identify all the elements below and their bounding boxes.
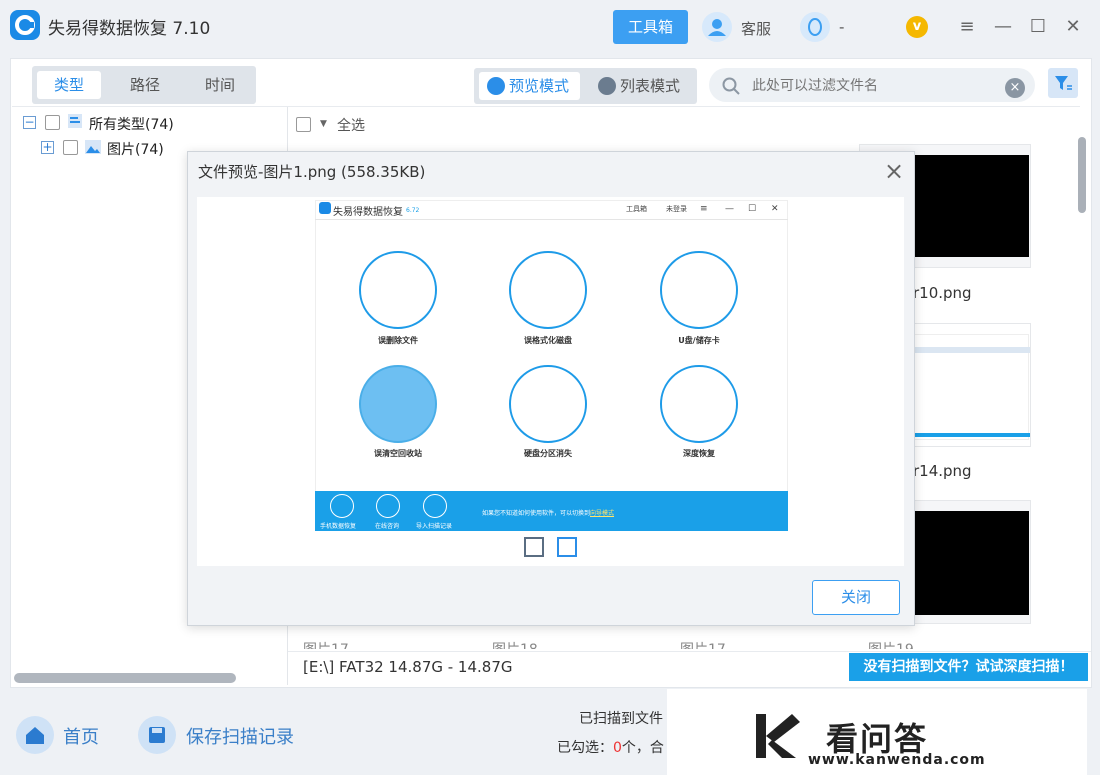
expand-icon[interactable]: +: [41, 141, 54, 154]
watermark-url: www.kanwenda.com: [808, 752, 986, 768]
file-types-icon: [68, 114, 82, 128]
tab-time[interactable]: 时间: [188, 71, 252, 99]
thumbnail-filename: r14.png: [913, 462, 972, 480]
tab-path[interactable]: 路径: [113, 71, 177, 99]
app-title: 失易得数据恢复 7.10: [48, 19, 211, 39]
fit-screen-icon[interactable]: [524, 537, 544, 557]
checked-count: 0: [613, 740, 622, 756]
minimize-icon[interactable]: —: [992, 16, 1014, 38]
qq-account-label[interactable]: -: [839, 18, 844, 36]
toolbox-button[interactable]: 工具箱: [613, 10, 688, 44]
close-button[interactable]: 关闭: [812, 580, 900, 615]
filter-icon: [1055, 76, 1072, 90]
checkbox-images[interactable]: [63, 140, 78, 155]
save-icon[interactable]: [138, 716, 176, 754]
preview-import-icon: [423, 494, 447, 518]
list-mode-button[interactable]: 列表模式: [590, 72, 692, 100]
preview-deleted-files-icon: [359, 251, 437, 329]
thumbnail-image: [913, 155, 1029, 257]
customer-service-label[interactable]: 客服: [741, 18, 771, 39]
preview-login-label: 未登录: [666, 205, 687, 213]
filter-button[interactable]: [1048, 68, 1078, 98]
checked-prefix: 已勾选：: [557, 740, 613, 756]
scanned-files-label: 已扫描到文件: [579, 711, 663, 727]
app-logo-icon: [10, 10, 40, 40]
collapse-icon[interactable]: −: [23, 116, 36, 129]
preview-app-logo-icon: [319, 202, 331, 214]
preview-deep-recovery-icon: [660, 365, 738, 443]
grid-icon: [487, 77, 505, 95]
actual-size-icon[interactable]: [557, 537, 577, 557]
checkbox-all-types[interactable]: [45, 115, 60, 130]
preview-mode-button[interactable]: 预览模式: [479, 72, 580, 100]
preview-feature-label: 硬盘分区消失: [524, 449, 572, 458]
divider: [12, 106, 1080, 107]
preview-app-title: 失易得数据恢复: [333, 207, 403, 218]
list-icon: [598, 77, 616, 95]
preview-hint-text: 如果您不知道如何使用软件，可以切换到: [482, 510, 591, 517]
save-scan-record-button[interactable]: 保存扫描记录: [186, 723, 294, 749]
preview-app-version: 6.72: [406, 207, 420, 214]
checked-suffix: 个，合: [621, 740, 664, 756]
preview-feature-label: 误删除文件: [378, 336, 418, 345]
chevron-down-icon[interactable]: ▼: [320, 119, 327, 129]
preview-feature-label: 误格式化磁盘: [524, 336, 572, 345]
thumbnail-filename-peek: 图片18: [492, 639, 538, 649]
dialog-title: 文件预览-图片1.png (558.35KB): [198, 163, 426, 181]
preview-chat-icon: [376, 494, 400, 518]
thumbnail-image: [913, 511, 1029, 615]
preview-minimize-icon: —: [725, 204, 734, 214]
tree-item-all-types[interactable]: 所有类型(74): [89, 114, 174, 134]
select-all-checkbox[interactable]: [296, 117, 311, 132]
maximize-icon[interactable]: ☐: [1027, 16, 1049, 38]
preview-usb-card-icon: [660, 251, 738, 329]
vertical-scrollbar[interactable]: [1078, 137, 1086, 213]
watermark-logo-icon: [756, 714, 800, 758]
horizontal-scrollbar[interactable]: [14, 673, 236, 683]
dialog-close-icon[interactable]: ×: [882, 157, 906, 185]
select-all-label[interactable]: 全选: [337, 115, 365, 135]
thumbnail-filename-peek: 图片17: [303, 639, 349, 649]
search-icon: [722, 77, 740, 95]
home-icon[interactable]: [16, 716, 54, 754]
list-mode-label: 列表模式: [620, 77, 681, 95]
thumbnail-filename-peek: 图片17: [680, 639, 726, 649]
preview-close-icon: ✕: [771, 204, 779, 214]
thumbnail-filename-peek: 图片19: [868, 639, 914, 649]
preview-tools-label: 工具箱: [626, 205, 647, 213]
vip-badge-icon[interactable]: v: [906, 16, 928, 38]
preview-hint-link: 向导模式: [590, 510, 615, 517]
preview-feature-label: 深度恢复: [683, 449, 715, 458]
customer-service-icon[interactable]: [702, 12, 732, 42]
home-button[interactable]: 首页: [63, 723, 99, 749]
image-icon: [85, 140, 101, 154]
preview-partition-icon: [509, 365, 587, 443]
preview-bottom-label: 在线咨询: [375, 523, 400, 530]
preview-bottom-label: 手机数据恢复: [320, 523, 357, 530]
preview-feature-label: U盘/储存卡: [678, 336, 720, 345]
preview-feature-label: 误清空回收站: [374, 449, 422, 458]
preview-divider: [315, 219, 788, 220]
preview-format-disk-icon: [509, 251, 587, 329]
deep-scan-button[interactable]: 没有扫描到文件？试试深度扫描！: [849, 653, 1088, 681]
preview-recycle-bin-icon: [359, 365, 437, 443]
tab-type[interactable]: 类型: [37, 71, 101, 99]
menu-icon[interactable]: ≡: [956, 16, 978, 38]
tree-item-images[interactable]: 图片(74): [107, 139, 164, 159]
preview-mode-label: 预览模式: [509, 77, 570, 95]
close-icon[interactable]: ✕: [1062, 16, 1084, 38]
preview-menu-icon: ≡: [700, 204, 708, 214]
preview-phone-icon: [330, 494, 354, 518]
drive-info: [E:\] FAT32 14.87G - 14.87G: [303, 658, 513, 676]
search-input[interactable]: [752, 78, 982, 94]
checked-summary: 已勾选：0个，合: [557, 737, 664, 757]
preview-maximize-icon: ☐: [748, 204, 757, 214]
preview-hint: 如果您不知道如何使用软件，可以切换到向导模式: [482, 508, 614, 517]
preview-bottom-label: 导入扫描记录: [416, 523, 453, 530]
clear-search-icon[interactable]: ×: [1005, 78, 1025, 98]
thumbnail-filename: r10.png: [913, 284, 972, 302]
qq-icon[interactable]: [800, 12, 830, 42]
thumbnail-image: [913, 334, 1030, 440]
